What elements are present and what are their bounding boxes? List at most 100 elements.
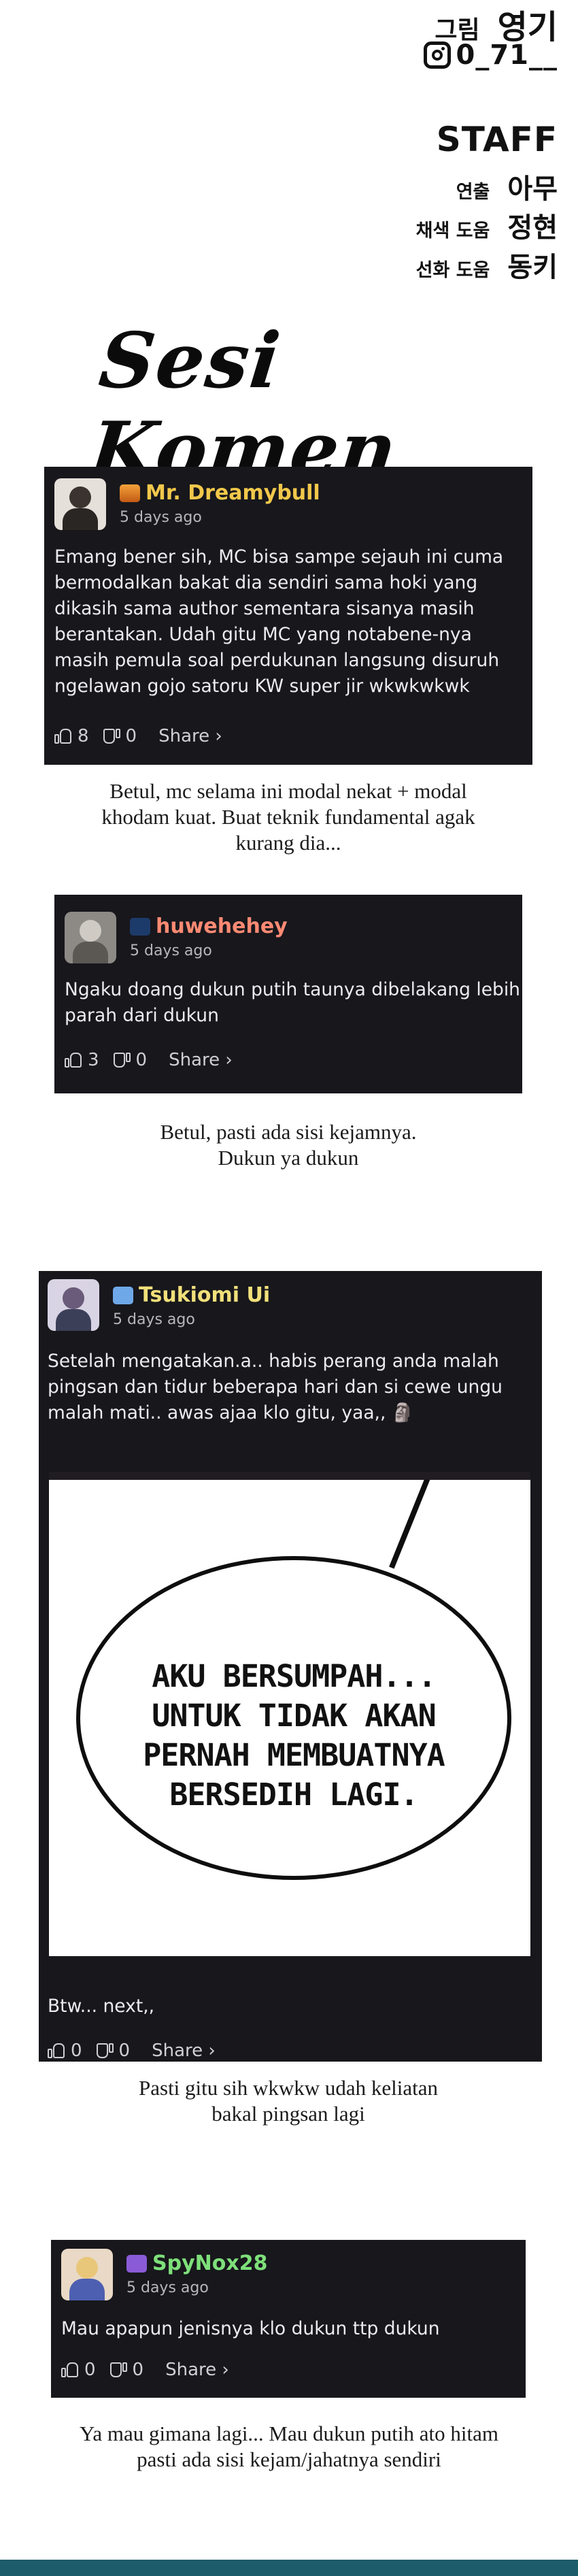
comment-line: masih pemula soal perdukunan langsung di… — [54, 650, 500, 671]
thumbs-down-icon — [109, 2362, 127, 2378]
like-count: 0 — [84, 2360, 96, 2380]
dislike-count: 0 — [135, 1050, 148, 1070]
comment-actions: 8 0 Share › — [54, 726, 222, 746]
speech-bubble-text: AKU BERSUMPAH... UNTUK TIDAK AKAN PERNAH… — [76, 1657, 511, 1815]
comment-time: 5 days ago — [120, 509, 202, 526]
comment-line: parah dari dukun — [65, 1005, 219, 1026]
comment-username[interactable]: huwehehey — [130, 914, 288, 938]
credit-color-name: 정현 — [507, 212, 558, 244]
reply-line: Betul, mc selama ini modal nekat + modal — [109, 779, 467, 803]
comment-header: SpyNox28 5 days ago — [61, 2249, 267, 2300]
comment-text: Mau apapun jenisnya klo dukun ttp dukun — [61, 2316, 440, 2342]
dislike-button[interactable]: 0 — [103, 726, 137, 746]
comment-line: pingsan dan tidur beberapa hari dan si c… — [48, 1376, 503, 1398]
avatar[interactable] — [65, 912, 116, 963]
reply-text: Pasti gitu sih wkwkw udah keliatan bakal… — [44, 2075, 532, 2127]
credit-direction-name: 아무 — [507, 174, 558, 205]
reply-line: Ya mau gimana lagi... Mau dukun putih at… — [80, 2422, 498, 2445]
reply-line: Dukun ya dukun — [218, 1146, 359, 1170]
avatar[interactable] — [48, 1279, 99, 1331]
speech-line: BERSEDIH LAGI. — [169, 1777, 418, 1813]
credit-line-label: 선화 도움 — [415, 260, 490, 281]
comment-text: Ngaku doang dukun putih taunya dibelakan… — [65, 977, 520, 1029]
like-button[interactable]: 3 — [65, 1050, 99, 1070]
speech-line: AKU BERSUMPAH... — [152, 1658, 436, 1694]
reply-text: Betul, mc selama ini modal nekat + modal… — [44, 778, 532, 856]
credit-line: 선화 도움 동키 — [416, 245, 558, 284]
comment-header: Tsukiomi Ui 5 days ago — [48, 1279, 270, 1331]
share-button[interactable]: Share › — [152, 2041, 216, 2061]
credit-color-label: 채색 도움 — [415, 220, 490, 242]
speech-line: UNTUK TIDAK AKAN — [152, 1698, 436, 1734]
comment-line: Setelah mengatakan.a.. habis perang anda… — [48, 1351, 499, 1372]
username-text: Tsukiomi Ui — [139, 1283, 271, 1307]
comment-line: bermodalkan bakat dia sendiri sama hoki … — [54, 572, 478, 593]
speech-bubble-tail — [389, 1480, 432, 1569]
thumbs-up-icon — [61, 2362, 79, 2378]
thumbs-up-icon — [48, 2043, 65, 2059]
comment-time: 5 days ago — [126, 2279, 209, 2296]
thumbs-down-icon — [96, 2043, 114, 2059]
like-count: 3 — [88, 1050, 99, 1070]
credit-direction-label: 연출 — [456, 182, 490, 203]
reply-line: Betul, pasti ada sisi kejamnya. — [160, 1120, 417, 1144]
credit-direction: 연출 아무 — [456, 167, 558, 206]
comment-username[interactable]: Tsukiomi Ui — [113, 1283, 270, 1307]
comment-line: dikasih sama author sementara sisanya ma… — [54, 598, 475, 619]
comment-line: ngelawan gojo satoru KW super jir wkwkwk… — [54, 676, 470, 697]
share-button[interactable]: Share › — [158, 726, 222, 746]
thumbs-down-icon — [103, 728, 120, 744]
like-button[interactable]: 0 — [48, 2041, 82, 2061]
like-button[interactable]: 0 — [61, 2360, 96, 2380]
username-text: huwehehey — [156, 914, 288, 938]
purple-badge-icon — [126, 2254, 147, 2273]
comment-header: huwehehey 5 days ago — [65, 912, 288, 963]
avatar[interactable] — [61, 2249, 113, 2300]
comment-line: Mau apapun jenisnya klo dukun ttp dukun — [61, 2318, 440, 2339]
avatar[interactable] — [54, 478, 106, 530]
comment-time: 5 days ago — [130, 942, 212, 959]
like-button[interactable]: 8 — [54, 726, 89, 746]
comment-text: Setelah mengatakan.a.. habis perang anda… — [48, 1349, 503, 1426]
comment-header: Mr. Dreamybull 5 days ago — [54, 478, 320, 530]
comment-username[interactable]: Mr. Dreamybull — [120, 481, 320, 505]
thumbs-up-icon — [65, 1052, 82, 1068]
comment-actions: 3 0 Share › — [65, 1050, 233, 1070]
wings-badge-icon — [113, 1286, 133, 1304]
comment-username[interactable]: SpyNox28 — [126, 2251, 267, 2275]
comment-actions: 0 0 Share › — [48, 2040, 216, 2062]
dislike-count: 0 — [125, 726, 137, 746]
comment-image[interactable]: AKU BERSUMPAH... UNTUK TIDAK AKAN PERNAH… — [49, 1472, 530, 1956]
reply-line: khodam kuat. Buat teknik fundamental aga… — [101, 805, 475, 829]
reply-text: Ya mau gimana lagi... Mau dukun putih at… — [20, 2421, 558, 2473]
comment-line: berantakan. Udah gitu MC yang notabene-n… — [54, 624, 472, 645]
dislike-button[interactable]: 0 — [109, 2360, 144, 2380]
instagram-handle: 0_71__ — [456, 39, 558, 71]
bottom-strip — [0, 2560, 578, 2576]
share-button[interactable]: Share › — [165, 2360, 229, 2380]
comment-line: Ngaku doang dukun putih taunya dibelakan… — [65, 979, 520, 1000]
dislike-button[interactable]: 0 — [113, 1050, 148, 1070]
comment-line: malah mati.. awas ajaa klo gitu, yaa,, 🗿 — [48, 1402, 414, 1423]
comment-footer-text: Btw... next,, — [48, 1996, 155, 2017]
dislike-count: 0 — [118, 2041, 131, 2061]
thumbs-up-icon — [54, 728, 72, 744]
speech-line: PERNAH MEMBUATNYA — [143, 1737, 445, 1773]
reply-line: kurang dia... — [235, 831, 341, 855]
credit-line-name: 동키 — [507, 252, 558, 283]
reply-line: Pasti gitu sih wkwkw udah keliatan — [139, 2076, 438, 2100]
dislike-count: 0 — [132, 2360, 144, 2380]
dislike-button[interactable]: 0 — [96, 2041, 131, 2061]
share-button[interactable]: Share › — [169, 1050, 233, 1070]
username-text: SpyNox28 — [152, 2251, 268, 2275]
reply-text: Betul, pasti ada sisi kejamnya. Dukun ya… — [44, 1119, 532, 1171]
credit-color: 채색 도움 정현 — [416, 205, 558, 245]
blue-badge-icon — [130, 917, 150, 936]
comment-text: Emang bener sih, MC bisa sampe sejauh in… — [54, 544, 503, 699]
comment-time: 5 days ago — [113, 1311, 195, 1328]
comment-actions: 0 0 Share › — [61, 2360, 229, 2380]
fire-badge-icon — [120, 484, 140, 502]
staff-title: STAFF — [436, 120, 558, 159]
reply-line: pasti ada sisi kejam/jahatnya sendiri — [137, 2447, 441, 2471]
reply-line: bakal pingsan lagi — [211, 2102, 365, 2126]
